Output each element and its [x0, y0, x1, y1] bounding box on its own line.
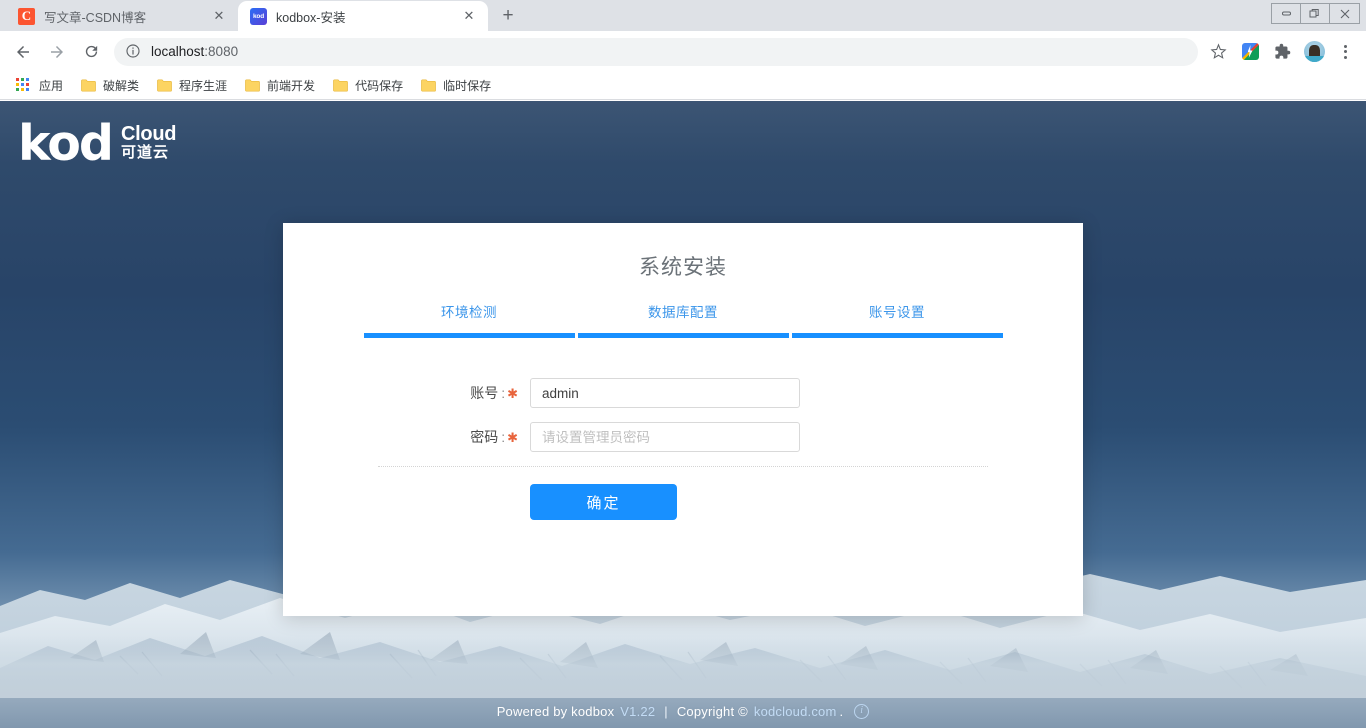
step-label: 账号设置	[869, 305, 925, 320]
step-progress-bar	[363, 333, 575, 338]
bookmark-folder-3[interactable]: 前端开发	[239, 74, 323, 97]
tab-close-icon[interactable]: ✕	[210, 7, 228, 25]
forward-arrow-icon[interactable]	[42, 37, 72, 67]
tab-title: kodbox-安装	[276, 10, 346, 25]
bookmark-folder-5[interactable]: 临时保存	[415, 74, 499, 97]
close-icon[interactable]	[1330, 4, 1359, 23]
info-circle-icon[interactable]: i	[854, 703, 870, 719]
footer-site-link[interactable]: kodcloud.com	[754, 704, 837, 719]
bookmark-apps[interactable]: 应用	[10, 74, 71, 97]
profile-avatar-icon[interactable]	[1302, 40, 1326, 64]
footer-separator: |	[664, 703, 668, 719]
browser-window: C 写文章-CSDN博客 ✕ kod kodbox-安装 ✕ + localho…	[0, 0, 1366, 728]
bookmark-label: 程序生涯	[179, 79, 228, 93]
footer-copyright: Copyright ©	[676, 703, 748, 719]
url-text: localhost:8080	[151, 44, 238, 59]
folder-icon	[245, 79, 260, 92]
browser-toolbar: localhost:8080	[0, 31, 1366, 72]
logo-cloud-text: Cloud	[121, 123, 177, 146]
url-port: :8080	[204, 44, 239, 59]
footer-version: V1.22	[620, 703, 656, 719]
username-label-text: 账号	[470, 385, 499, 401]
step-database-config[interactable]: 数据库配置	[576, 301, 790, 338]
url-host: localhost	[151, 44, 205, 59]
submit-row: 确定	[283, 484, 1083, 520]
bookmark-label: 临时保存	[443, 79, 492, 93]
window-controls	[1271, 3, 1360, 24]
restore-icon[interactable]	[1301, 4, 1330, 23]
apps-grid-icon	[16, 77, 32, 94]
folder-icon	[81, 79, 96, 92]
bookmarks-bar: 应用 破解类 程序生涯 前端开发 代码保存 临时保存	[0, 72, 1366, 100]
confirm-button[interactable]: 确定	[530, 484, 677, 520]
new-tab-button[interactable]: +	[494, 2, 522, 30]
puzzle-extension-icon[interactable]	[1270, 40, 1294, 64]
account-form: 账号:✱ 密码:✱ 确定	[283, 378, 1083, 520]
back-arrow-icon[interactable]	[8, 37, 38, 67]
star-icon[interactable]	[1204, 38, 1232, 66]
required-star-icon: ✱	[507, 430, 518, 445]
kodbox-icon: kod	[250, 7, 267, 25]
bookmark-folder-4[interactable]: 代码保存	[327, 74, 411, 97]
form-row-password: 密码: ✱	[283, 422, 1083, 452]
bookmark-label: 代码保存	[355, 79, 404, 93]
form-row-username: 账号: ✱	[283, 378, 1083, 408]
page-content: kod Cloud 可道云 系统安装 环境检测 数据库配置 账号设置 账号: …	[0, 101, 1366, 728]
bookmark-label: 破解类	[103, 79, 140, 93]
page-footer: Powered by kodbox V1.22 | Copyright © ko…	[0, 694, 1366, 728]
folder-icon	[421, 79, 436, 92]
bookmark-folder-2[interactable]: 程序生涯	[151, 74, 235, 97]
footer-period: .	[839, 703, 844, 719]
tab-kodbox[interactable]: kod kodbox-安装 ✕	[238, 1, 488, 31]
password-input[interactable]	[530, 422, 800, 452]
tab-close-icon[interactable]: ✕	[460, 7, 478, 25]
fog-band	[0, 636, 1366, 698]
logo-chinese-text: 可道云	[121, 144, 170, 162]
footer-powered-by: Powered by kodbox	[496, 703, 615, 719]
bookmark-label: 应用	[39, 79, 64, 93]
step-progress-bar	[791, 333, 1003, 338]
address-bar[interactable]: localhost:8080	[114, 37, 1198, 66]
bookmark-label: 前端开发	[267, 79, 316, 93]
password-label: 密码: ✱	[283, 427, 530, 447]
minimize-icon[interactable]	[1272, 4, 1301, 23]
step-indicator: 环境检测 数据库配置 账号设置	[283, 301, 1083, 338]
username-input[interactable]	[530, 378, 800, 408]
csdn-icon: C	[18, 7, 35, 25]
step-account-setup[interactable]: 账号设置	[790, 301, 1004, 338]
page-title: 系统安装	[639, 256, 727, 279]
three-dot-menu-icon[interactable]	[1332, 39, 1358, 65]
folder-icon	[157, 79, 172, 92]
install-card: 系统安装 环境检测 数据库配置 账号设置 账号: ✱ admin 密码: ✱ …	[283, 223, 1083, 616]
bookmark-folder-1[interactable]: 破解类	[75, 74, 147, 97]
step-progress-bar	[577, 333, 789, 338]
tab-strip: C 写文章-CSDN博客 ✕ kod kodbox-安装 ✕ +	[0, 0, 1366, 31]
reload-icon[interactable]	[76, 37, 106, 67]
site-info-icon[interactable]	[125, 43, 142, 60]
label-colon: :	[501, 429, 506, 445]
logo-wordmark: kod	[18, 115, 114, 172]
step-label: 数据库配置	[648, 305, 718, 320]
label-colon: :	[501, 385, 506, 401]
logo-subtext: Cloud 可道云	[121, 124, 176, 163]
form-divider	[378, 466, 988, 467]
username-label: 账号: ✱	[283, 383, 530, 403]
tab-title: 写文章-CSDN博客	[44, 10, 147, 25]
kodcloud-logo: kod Cloud 可道云	[18, 119, 176, 168]
folder-icon	[333, 79, 348, 92]
google-photos-icon[interactable]	[1238, 40, 1262, 64]
step-label: 环境检测	[441, 305, 497, 320]
tab-csdn[interactable]: C 写文章-CSDN博客 ✕	[6, 1, 238, 31]
required-star-icon: ✱	[507, 386, 518, 401]
step-environment-check[interactable]: 环境检测	[362, 301, 576, 338]
password-label-text: 密码	[470, 429, 499, 445]
